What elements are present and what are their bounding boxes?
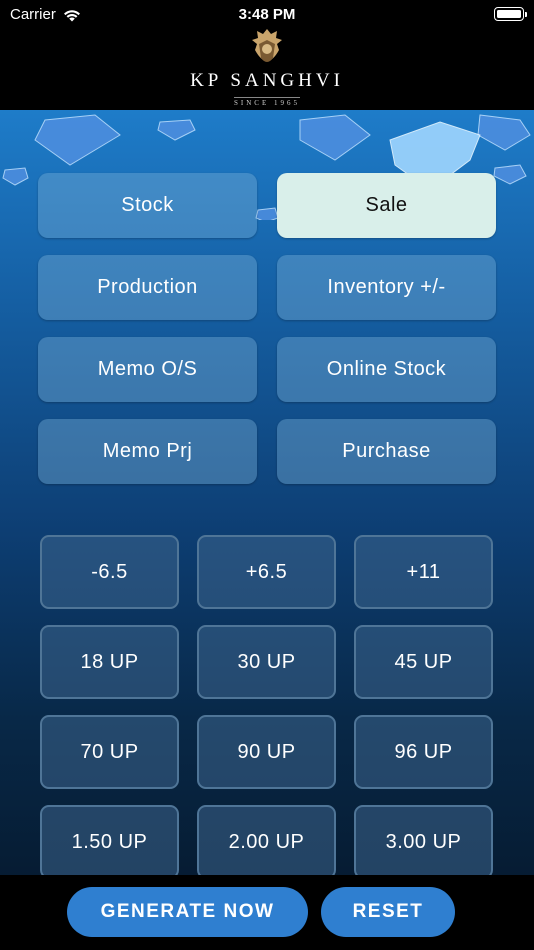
filter-chip[interactable]: +11 (354, 535, 493, 609)
generate-now-button[interactable]: GENERATE NOW (67, 887, 308, 937)
filter-chip[interactable]: 45 UP (354, 625, 493, 699)
status-time: 3:48 PM (238, 6, 296, 23)
filter-chip[interactable]: +6.5 (197, 535, 336, 609)
filter-chip[interactable]: 90 UP (197, 715, 336, 789)
filter-chip[interactable]: 70 UP (40, 715, 179, 789)
reset-button[interactable]: RESET (321, 887, 455, 937)
nav-button-production[interactable]: Production (38, 255, 257, 320)
nav-button-memo-os[interactable]: Memo O/S (38, 337, 257, 402)
filter-chip[interactable]: 30 UP (197, 625, 336, 699)
brand-since: SINCE 1965 (234, 97, 300, 107)
nav-button-online-stock[interactable]: Online Stock (277, 337, 496, 402)
filter-chip[interactable]: 1.50 UP (40, 805, 179, 875)
app-header: Carrier 3:48 PM KP SANGHVI SINCE 1965 (0, 0, 534, 110)
filter-chip[interactable]: -6.5 (40, 535, 179, 609)
nav-button-memo-prj[interactable]: Memo Prj (38, 419, 257, 484)
nav-button-purchase[interactable]: Purchase (277, 419, 496, 484)
main-panel: Stock Sale Production Inventory +/- Memo… (0, 110, 534, 875)
brand-name: KP SANGHVI (190, 70, 344, 91)
filter-chip[interactable]: 96 UP (354, 715, 493, 789)
nav-button-inventory[interactable]: Inventory +/- (277, 255, 496, 320)
filter-chip-grid: -6.5 +6.5 +11 18 UP 30 UP 45 UP 70 UP 90… (40, 535, 494, 875)
brand-logo: KP SANGHVI SINCE 1965 (0, 28, 534, 110)
footer-bar: GENERATE NOW RESET (0, 875, 534, 950)
nav-button-stock[interactable]: Stock (38, 173, 257, 238)
nav-button-sale[interactable]: Sale (277, 173, 496, 238)
battery-icon (494, 7, 527, 21)
filter-chip[interactable]: 18 UP (40, 625, 179, 699)
filter-chip[interactable]: 3.00 UP (354, 805, 493, 875)
filter-chip[interactable]: 2.00 UP (197, 805, 336, 875)
crest-icon (252, 29, 282, 62)
report-nav-grid: Stock Sale Production Inventory +/- Memo… (38, 173, 496, 484)
status-bar: Carrier 3:48 PM (0, 0, 534, 30)
